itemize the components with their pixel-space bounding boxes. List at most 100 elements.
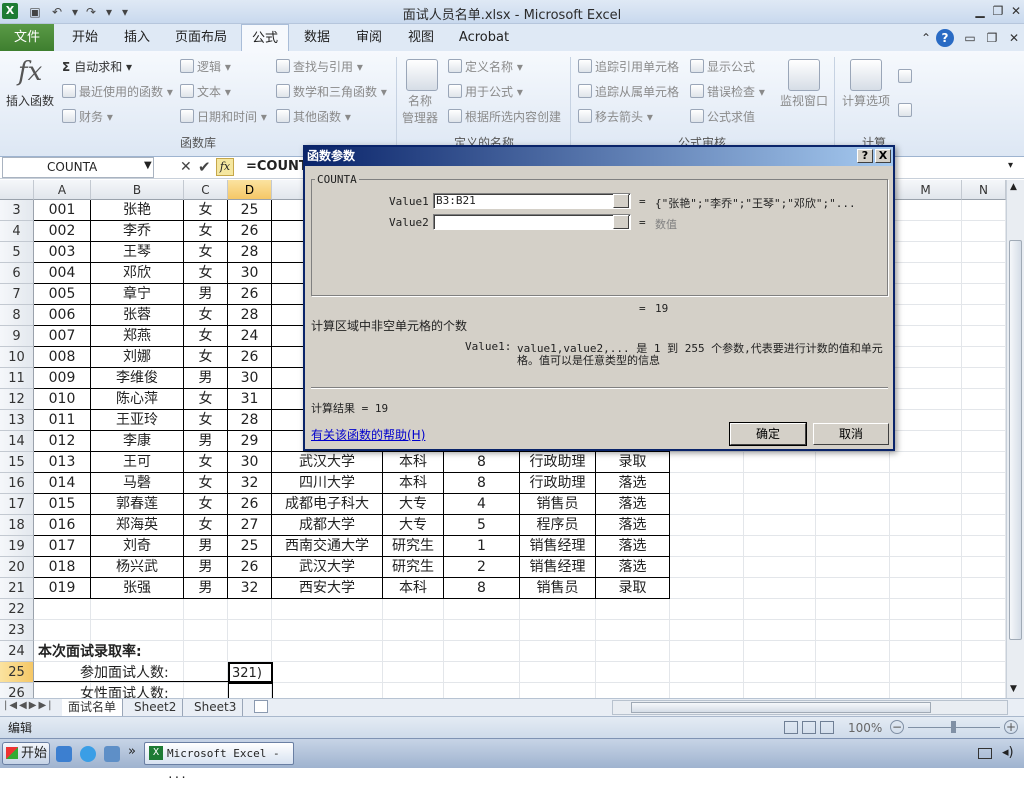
table-cell[interactable]: 30 [228, 452, 272, 473]
table-cell[interactable]: 女 [184, 242, 228, 263]
table-cell[interactable]: 李康 [91, 431, 184, 452]
row-header[interactable]: 4 [0, 221, 34, 242]
row-header[interactable]: 22 [0, 599, 34, 620]
table-cell[interactable]: 4 [444, 494, 520, 515]
quicklaunch-icon[interactable] [56, 746, 72, 762]
wb-restore-icon[interactable]: ❐ [982, 29, 1002, 47]
table-cell[interactable]: 8 [444, 452, 520, 473]
row-header[interactable]: 5 [0, 242, 34, 263]
zoom-out-icon[interactable]: − [890, 720, 904, 734]
table-cell[interactable]: 015 [34, 494, 91, 515]
row-header[interactable]: 21 [0, 578, 34, 599]
table-cell[interactable]: 落选 [596, 536, 670, 557]
table-cell[interactable]: 马磬 [91, 473, 184, 494]
row-header[interactable]: 10 [0, 347, 34, 368]
trace-dependents-button[interactable]: 追踪从属单元格 [578, 82, 679, 102]
ie-icon[interactable] [80, 746, 96, 762]
zoom-level[interactable]: 100% [848, 717, 882, 739]
zoom-in-icon[interactable]: + [1004, 720, 1018, 734]
table-cell[interactable]: 武汉大学 [272, 452, 383, 473]
enter-icon[interactable]: ✔ [198, 158, 211, 176]
more-functions-button[interactable]: 其他函数 ▾ [276, 107, 351, 127]
row-header[interactable]: 13 [0, 410, 34, 431]
table-cell[interactable]: 男 [184, 368, 228, 389]
table-cell[interactable]: 26 [228, 284, 272, 305]
table-cell[interactable]: 002 [34, 221, 91, 242]
page-layout-view-icon[interactable] [802, 721, 816, 734]
table-cell[interactable]: 销售经理 [520, 557, 596, 578]
table-cell[interactable]: 落选 [596, 473, 670, 494]
row-header[interactable]: 12 [0, 389, 34, 410]
tab-file[interactable]: 文件 [0, 24, 54, 51]
define-name-button[interactable]: 定义名称 ▾ [448, 57, 523, 77]
table-cell[interactable]: 李维俊 [91, 368, 184, 389]
table-cell[interactable]: 成都电子科大 [272, 494, 383, 515]
table-cell[interactable]: 刘娜 [91, 347, 184, 368]
select-all-corner[interactable] [0, 180, 34, 200]
tab-view[interactable]: 视图 [396, 24, 446, 51]
active-cell[interactable] [228, 683, 273, 698]
tab-data[interactable]: 数据 [292, 24, 342, 51]
table-cell[interactable]: 女 [184, 410, 228, 431]
table-cell[interactable]: 女 [184, 305, 228, 326]
table-cell[interactable]: 女 [184, 347, 228, 368]
table-cell[interactable]: 26 [228, 494, 272, 515]
tab-acrobat[interactable]: Acrobat [452, 24, 516, 51]
tab-insert[interactable]: 插入 [112, 24, 162, 51]
calc-now-icon[interactable] [898, 69, 912, 83]
datetime-button[interactable]: 日期和时间 ▾ [180, 107, 267, 127]
table-cell[interactable]: 30 [228, 263, 272, 284]
speaker-icon[interactable]: ◂) [1002, 745, 1014, 760]
more-icon[interactable]: » [128, 744, 136, 759]
evaluate-formula-button[interactable]: 公式求值 [690, 107, 755, 127]
table-cell[interactable]: 女 [184, 389, 228, 410]
table-cell[interactable]: 001 [34, 200, 91, 221]
table-cell[interactable]: 本科 [383, 452, 444, 473]
value2-input[interactable] [433, 214, 631, 230]
column-header[interactable]: B [91, 180, 184, 200]
name-box-dropdown-icon[interactable]: ▼ [144, 160, 152, 171]
normal-view-icon[interactable] [784, 721, 798, 734]
scroll-up-icon[interactable]: ▲ [1010, 182, 1017, 192]
sheet-tab-3[interactable]: Sheet3 [188, 699, 244, 716]
table-cell[interactable]: 行政助理 [520, 473, 596, 494]
ok-button[interactable]: 确定 [729, 422, 807, 446]
watch-window-button[interactable]: 监视窗口 [780, 91, 828, 111]
table-cell[interactable]: 杨兴武 [91, 557, 184, 578]
table-cell[interactable]: 男 [184, 536, 228, 557]
table-cell[interactable]: 8 [444, 578, 520, 599]
new-sheet-icon[interactable] [254, 700, 268, 713]
table-cell[interactable]: 男 [184, 578, 228, 599]
table-cell[interactable]: 销售员 [520, 578, 596, 599]
expand-formula-icon[interactable]: ▾ [1008, 160, 1013, 171]
table-cell[interactable]: 010 [34, 389, 91, 410]
table-cell[interactable]: 张蓉 [91, 305, 184, 326]
table-cell[interactable]: 研究生 [383, 557, 444, 578]
table-cell[interactable]: 009 [34, 368, 91, 389]
table-cell[interactable]: 004 [34, 263, 91, 284]
help-icon[interactable]: ? [936, 29, 954, 47]
table-cell[interactable]: 006 [34, 305, 91, 326]
table-cell[interactable]: 018 [34, 557, 91, 578]
table-cell[interactable]: 郭春莲 [91, 494, 184, 515]
sheet-tab-1[interactable]: 面试名单 [62, 699, 124, 716]
vertical-scrollbar[interactable]: ▲ ▼ [1006, 180, 1024, 698]
row-header[interactable]: 17 [0, 494, 34, 515]
row-header[interactable]: 7 [0, 284, 34, 305]
table-cell[interactable]: 29 [228, 431, 272, 452]
value2-collapse-icon[interactable] [613, 215, 629, 229]
row-header[interactable]: 11 [0, 368, 34, 389]
table-cell[interactable]: 007 [34, 326, 91, 347]
sheet-nav-icon[interactable]: |◀◀▶▶| [4, 700, 54, 711]
table-cell[interactable]: 24 [228, 326, 272, 347]
cancel-button[interactable]: 取消 [813, 423, 889, 445]
table-cell[interactable]: 32 [228, 578, 272, 599]
value1-input[interactable]: B3:B21 [433, 193, 631, 209]
table-cell[interactable]: 录取 [596, 578, 670, 599]
scroll-down-icon[interactable]: ▼ [1010, 684, 1017, 694]
column-header[interactable]: A [34, 180, 91, 200]
table-cell[interactable]: 003 [34, 242, 91, 263]
table-cell[interactable]: 王可 [91, 452, 184, 473]
wb-minimize-icon[interactable]: ▭ [960, 29, 980, 47]
table-cell[interactable]: 016 [34, 515, 91, 536]
